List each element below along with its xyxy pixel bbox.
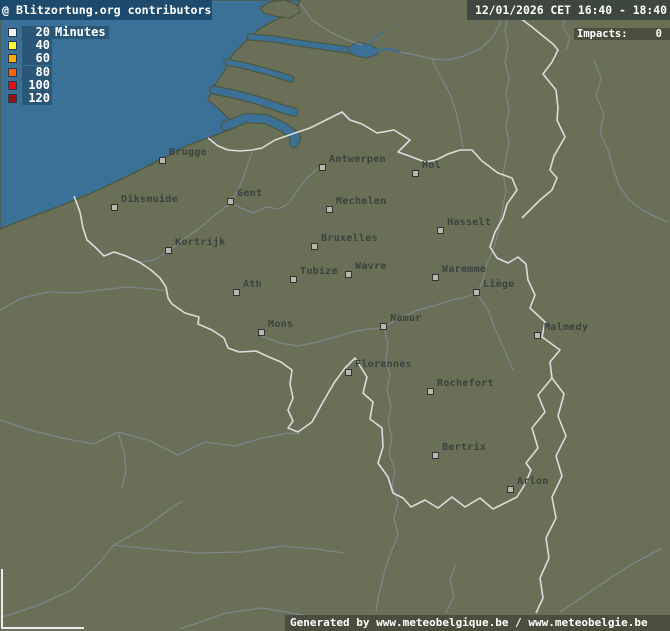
- city-label: Tubize: [300, 266, 338, 277]
- city-marker: [432, 452, 439, 459]
- impacts-counter: Impacts: 0: [574, 28, 670, 40]
- city-marker: [159, 157, 166, 164]
- city-label: Waremme: [442, 264, 486, 275]
- datetime-bar: 12/01/2026 CET 16:40 - 18:40: [467, 0, 670, 20]
- legend-color-swatch: [8, 81, 17, 90]
- legend-color-swatch: [8, 28, 17, 37]
- city-marker: [233, 289, 240, 296]
- city-label: Bertrix: [442, 442, 486, 453]
- legend-row: 100: [4, 79, 109, 92]
- city-marker: [311, 243, 318, 250]
- city-marker: [507, 486, 514, 493]
- legend-label: 100: [22, 79, 52, 92]
- city-marker: [380, 323, 387, 330]
- city-label: Florennes: [355, 359, 412, 370]
- legend-label: 20Minutes: [22, 26, 109, 39]
- city-marker: [427, 388, 434, 395]
- generated-by-bar: Generated by www.meteobelgique.be / www.…: [285, 615, 670, 631]
- attribution-text: @ Blitzortung.org contributors: [2, 3, 211, 17]
- city-marker: [345, 369, 352, 376]
- city-label: Antwerpen: [329, 154, 386, 165]
- attribution-bar: @ Blitzortung.org contributors: [0, 0, 212, 20]
- city-marker: [412, 170, 419, 177]
- city-marker: [290, 276, 297, 283]
- lightning-map-screen: Brugge Antwerpen Mol Gent Mechelen Diksmuide H…: [0, 0, 670, 631]
- city-label: Diksmuide: [121, 194, 178, 205]
- legend-label: 120: [22, 92, 52, 105]
- city-label: Liège: [483, 279, 515, 290]
- legend-row: 40: [4, 39, 109, 52]
- datetime-text: 12/01/2026 CET 16:40 - 18:40: [475, 3, 667, 17]
- city-marker: [319, 164, 326, 171]
- city-label: Rochefort: [437, 378, 494, 389]
- impacts-value: 0: [656, 28, 662, 40]
- city-label: Mol: [422, 160, 441, 171]
- scale-bar: [2, 569, 84, 628]
- city-label: Mons: [268, 319, 293, 330]
- city-marker: [111, 204, 118, 211]
- legend-color-swatch: [8, 41, 17, 50]
- city-marker: [258, 329, 265, 336]
- age-legend: 20Minutes406080100120: [4, 26, 109, 105]
- city-label: Bruxelles: [321, 233, 378, 244]
- city-marker: [437, 227, 444, 234]
- city-label: Malmedy: [544, 322, 588, 333]
- legend-row: 60: [4, 52, 109, 65]
- city-marker: [326, 206, 333, 213]
- city-label: Wavre: [355, 261, 387, 272]
- city-label: Mechelen: [336, 196, 387, 207]
- city-label: Gent: [237, 188, 262, 199]
- city-marker: [165, 247, 172, 254]
- city-label: Hasselt: [447, 217, 491, 228]
- city-label: Brugge: [169, 147, 207, 158]
- city-label: Arlon: [517, 476, 549, 487]
- city-marker: [432, 274, 439, 281]
- legend-label: 40: [22, 39, 52, 52]
- city-label: Kortrijk: [175, 237, 226, 248]
- legend-label: 60: [22, 52, 52, 65]
- legend-color-swatch: [8, 54, 17, 63]
- legend-row: 80: [4, 66, 109, 79]
- legend-label: 80: [22, 66, 52, 79]
- impacts-label: Impacts:: [577, 28, 628, 40]
- scheldt-delta-channels: [214, 31, 400, 143]
- generated-by-text: Generated by www.meteobelgique.be / www.…: [290, 616, 648, 629]
- city-label: Ath: [243, 279, 262, 290]
- city-marker: [345, 271, 352, 278]
- legend-row: 120: [4, 92, 109, 105]
- legend-row: 20Minutes: [4, 26, 109, 39]
- legend-color-swatch: [8, 94, 17, 103]
- city-label: Namur: [390, 313, 422, 324]
- city-marker: [473, 289, 480, 296]
- legend-color-swatch: [8, 68, 17, 77]
- city-marker: [227, 198, 234, 205]
- city-marker: [534, 332, 541, 339]
